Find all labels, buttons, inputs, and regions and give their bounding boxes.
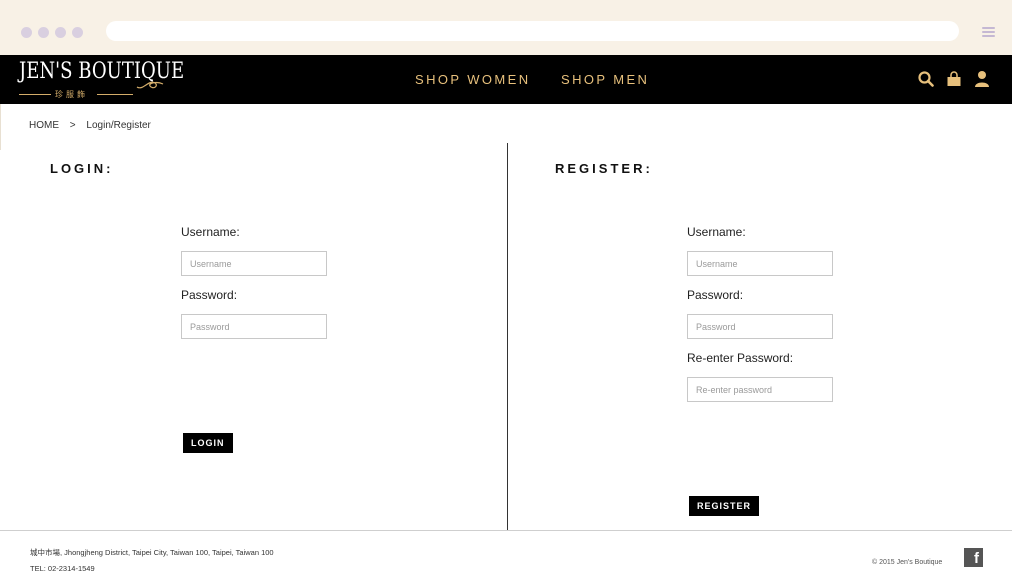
nav-shop-women[interactable]: SHOP WOMEN bbox=[415, 72, 531, 87]
breadcrumb-home[interactable]: HOME bbox=[29, 120, 59, 131]
logo-swirl-icon bbox=[136, 81, 164, 89]
login-username-label: Username: bbox=[181, 225, 240, 239]
nav-shop-men[interactable]: SHOP MEN bbox=[561, 72, 649, 87]
login-username-input[interactable] bbox=[181, 251, 327, 276]
register-reenter-input[interactable] bbox=[687, 377, 833, 402]
breadcrumb-separator: > bbox=[69, 120, 76, 131]
logo-subtext: 珍服飾 bbox=[55, 90, 88, 99]
register-password-input[interactable] bbox=[687, 314, 833, 339]
content-edge bbox=[0, 104, 1, 150]
shopping-bag-icon[interactable] bbox=[946, 70, 962, 88]
register-reenter-label: Re-enter Password: bbox=[687, 351, 794, 365]
login-button[interactable]: LOGIN bbox=[183, 433, 233, 453]
browser-chrome bbox=[0, 0, 1012, 55]
breadcrumb: HOME > Login/Register bbox=[29, 120, 159, 131]
footer-phone: TEL: 02-2314-1549 bbox=[30, 564, 95, 573]
breadcrumb-current: Login/Register bbox=[86, 120, 151, 131]
window-dot bbox=[21, 27, 32, 38]
search-icon[interactable] bbox=[918, 70, 934, 88]
logo-rule-right bbox=[97, 94, 133, 95]
register-button[interactable]: REGISTER bbox=[689, 496, 760, 516]
top-navbar: JEN'S BOUTIQUE 珍服飾 SHOP WOMEN SHOP MEN bbox=[0, 55, 1012, 104]
window-dot bbox=[55, 27, 66, 38]
login-title: LOGIN: bbox=[50, 161, 114, 176]
login-password-input[interactable] bbox=[181, 314, 327, 339]
footer-address: 城中市場, Jhongjheng District, Taipei City, … bbox=[30, 548, 274, 557]
logo-rule-left bbox=[19, 94, 51, 95]
footer-copyright: © 2015 Jen's Boutique bbox=[872, 559, 943, 566]
hamburger-icon[interactable] bbox=[982, 27, 995, 37]
register-username-label: Username: bbox=[687, 225, 746, 239]
window-dot bbox=[72, 27, 83, 38]
login-password-label: Password: bbox=[181, 288, 238, 302]
facebook-icon[interactable]: f bbox=[964, 548, 983, 567]
register-password-label: Password: bbox=[687, 288, 744, 302]
window-dot bbox=[38, 27, 49, 38]
footer-divider bbox=[0, 530, 1012, 531]
panel-divider bbox=[507, 143, 508, 530]
address-bar[interactable] bbox=[106, 21, 959, 41]
register-username-input[interactable] bbox=[687, 251, 833, 276]
site-logo[interactable]: JEN'S BOUTIQUE 珍服飾 bbox=[19, 57, 184, 101]
register-title: REGISTER: bbox=[555, 161, 653, 176]
user-icon[interactable] bbox=[974, 70, 990, 88]
